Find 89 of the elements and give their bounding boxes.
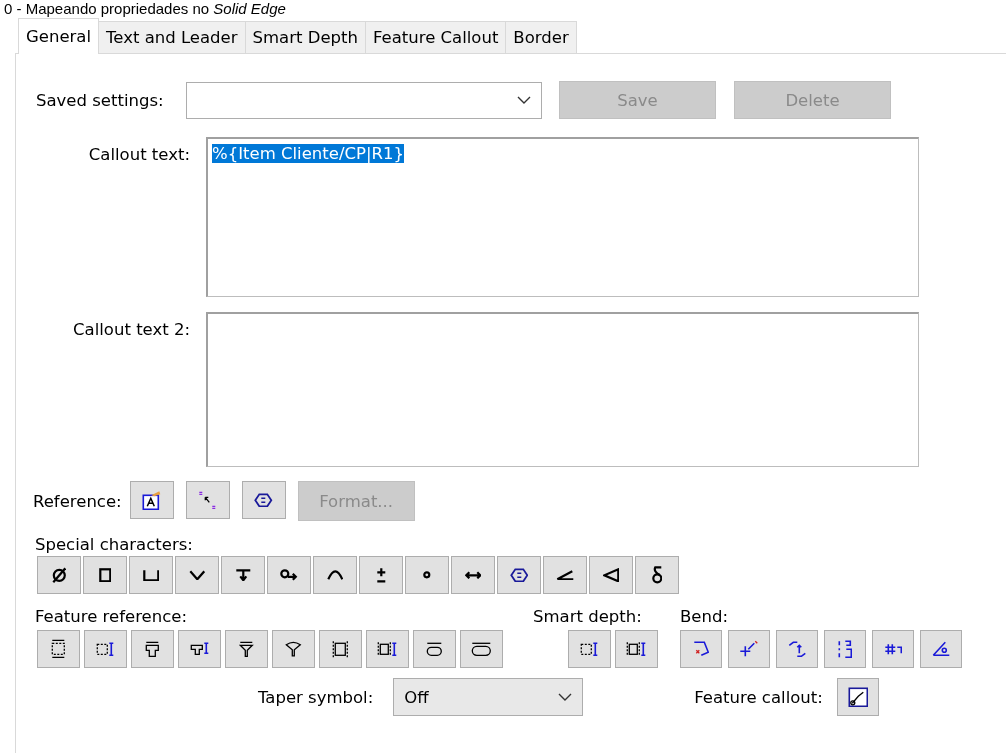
degree-icon xyxy=(423,571,431,579)
symbol-button[interactable] xyxy=(615,630,658,668)
tab[interactable]: General xyxy=(18,18,100,54)
thread-depth-icon xyxy=(377,640,398,658)
hole-depth-icon xyxy=(580,641,599,657)
callout-text-area[interactable]: %{Item Cliente/CP|R1} xyxy=(206,137,919,297)
symbol-button[interactable] xyxy=(178,630,221,668)
symbol-button[interactable] xyxy=(413,630,456,668)
plus-minus-icon xyxy=(375,567,387,583)
symbol-button[interactable] xyxy=(319,630,362,668)
symbol-button[interactable] xyxy=(267,556,311,594)
bend-corner-icon xyxy=(692,641,710,657)
symbol-button[interactable] xyxy=(872,630,914,668)
symbol-button[interactable] xyxy=(359,556,403,594)
symbol-button[interactable] xyxy=(37,556,81,594)
slot-icon xyxy=(471,641,492,657)
symbol-button[interactable] xyxy=(460,630,503,668)
symbol-button[interactable] xyxy=(129,481,174,519)
field-label: Callout text 2: xyxy=(72,319,191,339)
square-icon xyxy=(98,567,112,583)
symbol-button[interactable] xyxy=(313,556,357,594)
section-label: Special characters: xyxy=(35,535,193,554)
bend-step-icon xyxy=(787,640,807,658)
counterbore-depth-icon xyxy=(189,642,210,656)
dropdown-value: Off xyxy=(404,687,429,707)
counterbore-hole-icon xyxy=(145,640,160,658)
spotface-icon xyxy=(280,568,298,582)
scale-icon xyxy=(198,490,217,510)
symbol-button[interactable] xyxy=(589,556,633,594)
symbol-button[interactable] xyxy=(836,678,879,716)
symbol-button[interactable] xyxy=(84,630,127,668)
symbol-button[interactable] xyxy=(221,556,265,594)
triangle-icon xyxy=(602,567,620,583)
symbol-button[interactable] xyxy=(451,556,495,594)
counterbore-icon xyxy=(142,568,160,582)
hole-depth-icon xyxy=(96,641,115,657)
symbol-button[interactable] xyxy=(225,630,268,668)
chevron-icon xyxy=(558,693,573,701)
field-label: Callout text: xyxy=(87,144,191,164)
diameter-icon xyxy=(51,566,67,584)
field-label: Saved settings: xyxy=(35,90,165,110)
symbol-button[interactable] xyxy=(129,556,173,594)
tab[interactable]: Border xyxy=(505,21,577,53)
slope-icon xyxy=(555,569,575,581)
tab[interactable]: Text and Leader xyxy=(98,21,246,53)
tab[interactable]: Smart Depth xyxy=(244,21,366,53)
double-arrow-icon xyxy=(464,570,482,580)
tab[interactable]: Feature Callout xyxy=(364,21,507,53)
bend-point-icon xyxy=(739,640,759,658)
countersink-icon xyxy=(188,569,206,581)
symbol-button[interactable] xyxy=(272,630,315,668)
hexagon-icon xyxy=(509,567,529,583)
field-label: Feature callout: xyxy=(694,687,823,707)
document-caption: 0 - Mapeando propriedades no Solid Edge xyxy=(4,0,287,18)
callout-icon xyxy=(847,686,869,708)
section-label: Smart depth: xyxy=(533,607,642,626)
symbol-button[interactable] xyxy=(366,630,409,668)
symbol-button[interactable] xyxy=(241,481,286,519)
delta-icon xyxy=(651,566,663,584)
slot-icon xyxy=(426,641,443,657)
section-label: Bend: xyxy=(680,607,728,626)
symbol-button[interactable] xyxy=(131,630,174,668)
section-label: Feature reference: xyxy=(35,607,187,626)
bend-lines-icon xyxy=(837,639,853,659)
symbol-button[interactable] xyxy=(37,630,80,668)
angle-icon xyxy=(931,641,951,657)
symbol-button[interactable] xyxy=(175,556,219,594)
countersink-hole-icon xyxy=(239,640,254,658)
symbol-button[interactable] xyxy=(543,556,587,594)
depth-icon xyxy=(234,568,252,582)
symbol-button[interactable] xyxy=(920,630,962,668)
symbol-button[interactable] xyxy=(568,630,611,668)
thread-depth-icon xyxy=(626,640,647,658)
symbol-button[interactable] xyxy=(635,556,679,594)
bend-count-icon xyxy=(883,642,903,656)
symbol-button[interactable] xyxy=(83,556,127,594)
symbol-button[interactable] xyxy=(497,556,541,594)
hole-icon xyxy=(51,639,66,659)
countersink-hole-icon xyxy=(285,640,302,658)
chevron-icon xyxy=(517,96,531,104)
properties-icon xyxy=(141,489,162,511)
callout-text: %{Item Cliente/CP|R1} xyxy=(212,144,404,163)
hexagon-icon xyxy=(254,492,273,508)
symbol-button[interactable] xyxy=(824,630,866,668)
taper-symbol-dropdown[interactable]: Off xyxy=(393,678,584,716)
thread-icon xyxy=(332,639,349,659)
field-label: Taper symbol: xyxy=(258,687,374,707)
arc-icon xyxy=(326,569,344,581)
field-label: Reference: xyxy=(33,491,122,511)
